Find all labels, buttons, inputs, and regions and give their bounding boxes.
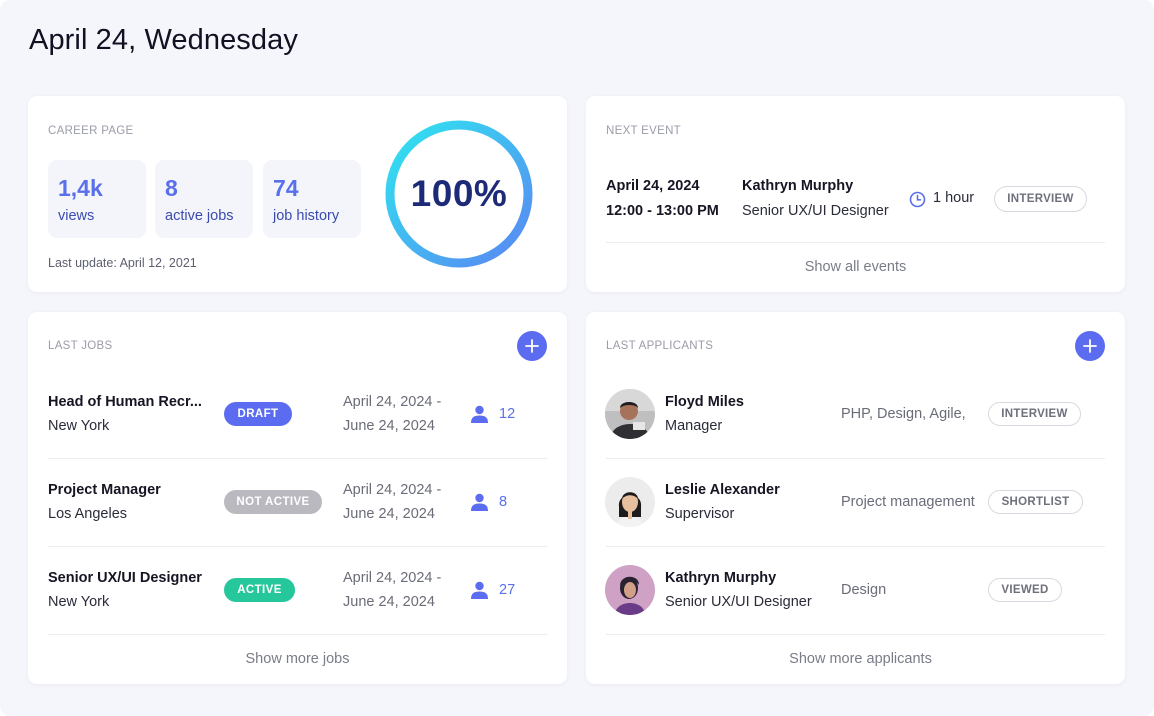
applicant-skills: Design bbox=[841, 582, 887, 598]
divider bbox=[606, 242, 1105, 243]
person-icon bbox=[471, 405, 488, 423]
divider bbox=[48, 634, 547, 635]
job-location: New York bbox=[48, 418, 110, 434]
divider bbox=[606, 546, 1105, 547]
applicant-role: Manager bbox=[665, 418, 723, 434]
job-title[interactable]: Senior UX/UI Designer bbox=[48, 570, 202, 586]
show-all-events-link[interactable]: Show all events bbox=[606, 259, 1105, 275]
applicant-name[interactable]: Floyd Miles bbox=[665, 394, 744, 410]
dashboard: April 24, Wednesday CAREER PAGE 1,4k vie… bbox=[0, 0, 1154, 716]
event-time: 12:00 - 13:00 PM bbox=[606, 203, 719, 219]
card-label: NEXT EVENT bbox=[606, 125, 681, 137]
event-date: April 24, 2024 bbox=[606, 178, 700, 194]
page-title: April 24, Wednesday bbox=[29, 24, 298, 56]
applicant-skills: PHP, Design, Agile, bbox=[841, 406, 966, 422]
plus-icon bbox=[525, 339, 539, 353]
event-duration: 1 hour bbox=[933, 190, 975, 206]
stat-active-jobs[interactable]: 8 active jobs bbox=[155, 160, 253, 238]
avatar bbox=[605, 389, 655, 439]
status-badge[interactable]: VIEWED bbox=[988, 578, 1062, 602]
stat-value: 74 bbox=[273, 175, 299, 201]
job-date-start: April 24, 2024 - bbox=[343, 482, 442, 498]
stat-job-history[interactable]: 74 job history bbox=[263, 160, 361, 238]
add-applicant-button[interactable] bbox=[1075, 331, 1105, 361]
applicant-count: 12 bbox=[499, 406, 516, 422]
card-label: CAREER PAGE bbox=[48, 125, 134, 137]
job-location: New York bbox=[48, 594, 110, 610]
last-applicants-card: LAST APPLICANTS Floyd Miles Manager PHP,… bbox=[586, 312, 1125, 684]
applicant-count: 27 bbox=[499, 582, 516, 598]
add-job-button[interactable] bbox=[517, 331, 547, 361]
stat-label: views bbox=[58, 208, 95, 224]
applicant-name[interactable]: Leslie Alexander bbox=[665, 482, 780, 498]
status-badge: NOT ACTIVE bbox=[224, 490, 322, 514]
event-person-name[interactable]: Kathryn Murphy bbox=[742, 178, 853, 194]
progress-percentage: 100% bbox=[410, 173, 508, 214]
career-page-card: CAREER PAGE 1,4k views 8 active jobs 74 … bbox=[28, 96, 567, 292]
avatar bbox=[605, 565, 655, 615]
job-date-start: April 24, 2024 - bbox=[343, 394, 442, 410]
status-badge: ACTIVE bbox=[224, 578, 295, 602]
job-location: Los Angeles bbox=[48, 506, 128, 522]
card-label: LAST APPLICANTS bbox=[606, 340, 714, 352]
job-date-end: June 24, 2024 bbox=[343, 594, 435, 610]
job-date-end: June 24, 2024 bbox=[343, 418, 435, 434]
stat-label: active jobs bbox=[165, 208, 234, 224]
job-title[interactable]: Head of Human Recr... bbox=[48, 394, 202, 410]
job-date-end: June 24, 2024 bbox=[343, 506, 435, 522]
person-icon bbox=[471, 493, 488, 511]
card-label: LAST JOBS bbox=[48, 340, 113, 352]
show-more-jobs-link[interactable]: Show more jobs bbox=[48, 651, 547, 667]
last-update: Last update: April 12, 2021 bbox=[48, 256, 197, 270]
next-event-card: NEXT EVENT April 24, 2024 12:00 - 13:00 … bbox=[586, 96, 1125, 292]
event-person-role: Senior UX/UI Designer bbox=[742, 203, 889, 219]
divider bbox=[606, 458, 1105, 459]
stat-value: 1,4k bbox=[58, 175, 103, 201]
clock-icon bbox=[909, 191, 926, 208]
event-type-badge[interactable]: INTERVIEW bbox=[994, 186, 1087, 212]
applicant-count: 8 bbox=[499, 494, 508, 510]
divider bbox=[48, 546, 547, 547]
job-title[interactable]: Project Manager bbox=[48, 482, 161, 498]
stat-label: job history bbox=[273, 208, 340, 224]
divider bbox=[48, 458, 547, 459]
status-badge: DRAFT bbox=[224, 402, 292, 426]
applicant-role: Senior UX/UI Designer bbox=[665, 594, 812, 610]
last-jobs-card: LAST JOBS Head of Human Recr... New York… bbox=[28, 312, 567, 684]
show-more-applicants-link[interactable]: Show more applicants bbox=[606, 651, 1115, 667]
stat-views[interactable]: 1,4k views bbox=[48, 160, 146, 238]
status-badge[interactable]: SHORTLIST bbox=[988, 490, 1083, 514]
divider bbox=[606, 634, 1105, 635]
plus-icon bbox=[1083, 339, 1097, 353]
job-date-start: April 24, 2024 - bbox=[343, 570, 442, 586]
applicant-skills: Project management bbox=[841, 494, 975, 510]
stat-value: 8 bbox=[165, 175, 178, 201]
avatar bbox=[605, 477, 655, 527]
person-icon bbox=[471, 581, 488, 599]
applicant-name[interactable]: Kathryn Murphy bbox=[665, 570, 776, 586]
status-badge[interactable]: INTERVIEW bbox=[988, 402, 1081, 426]
applicant-role: Supervisor bbox=[665, 506, 735, 522]
